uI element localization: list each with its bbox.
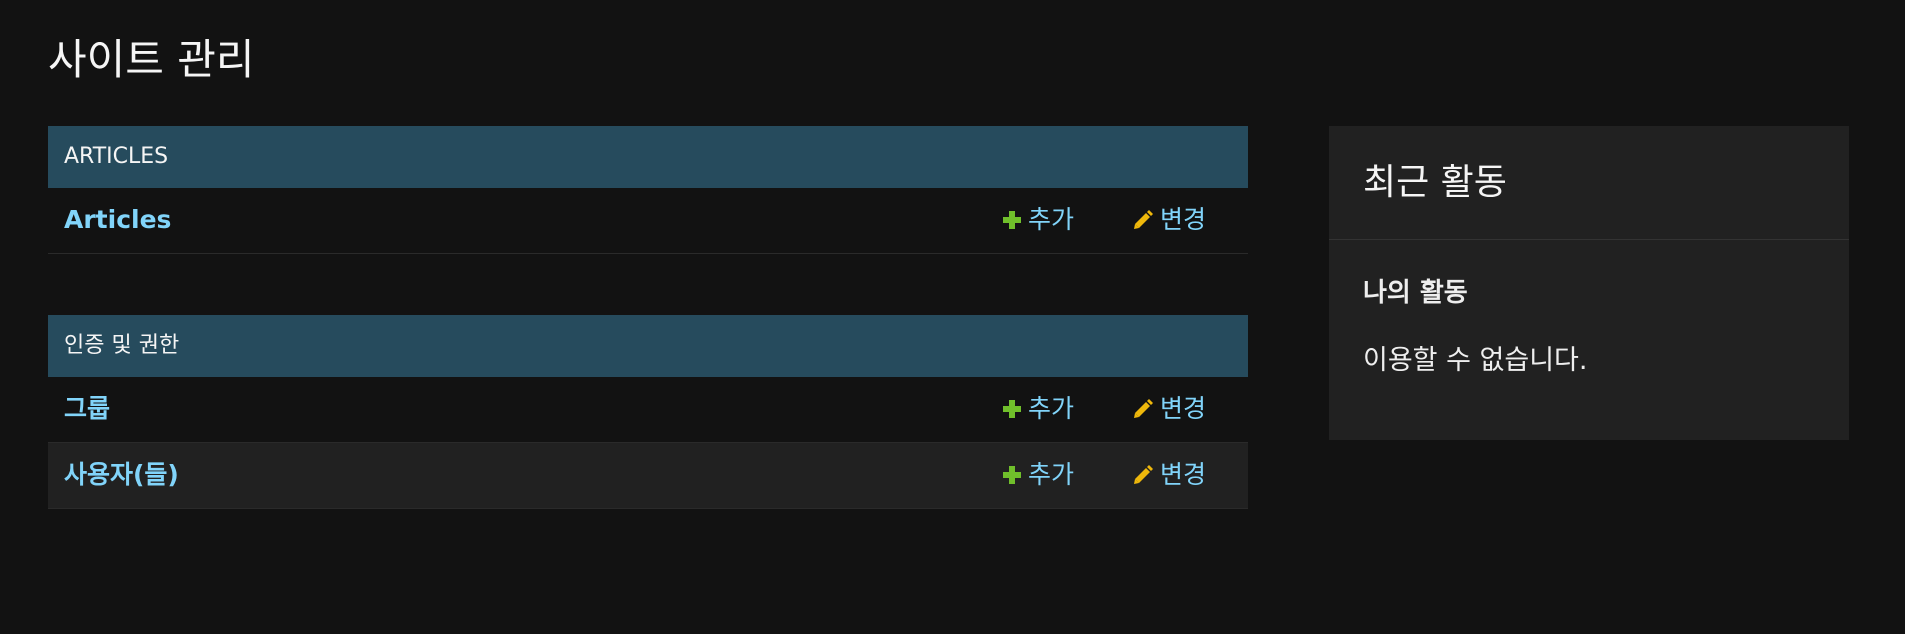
- change-label: 변경: [1160, 394, 1207, 423]
- change-groups-button[interactable]: 변경: [1132, 377, 1206, 441]
- app-caption-articles[interactable]: ARTICLES: [48, 126, 1248, 188]
- change-label: 변경: [1160, 205, 1207, 234]
- app-list: ARTICLES Articles 추가 변경 인증 및 권한 그룹 추가 변경…: [48, 126, 1248, 570]
- app-module-articles: ARTICLES Articles 추가 변경: [48, 126, 1248, 254]
- model-row-articles: Articles 추가 변경: [48, 188, 1248, 254]
- add-articles-button[interactable]: 추가: [1002, 188, 1074, 252]
- add-users-button[interactable]: 추가: [1002, 443, 1074, 507]
- change-articles-button[interactable]: 변경: [1132, 188, 1206, 252]
- pencil-icon: [1134, 465, 1153, 484]
- recent-actions-panel: 최근 활동 나의 활동 이용할 수 없습니다.: [1329, 126, 1849, 440]
- recent-actions-empty-text: 이용할 수 없습니다.: [1363, 345, 1588, 376]
- model-row-groups: 그룹 추가 변경: [48, 377, 1248, 443]
- add-label: 추가: [1028, 460, 1075, 489]
- app-module-auth: 인증 및 권한 그룹 추가 변경 사용자(들) 추가 변경: [48, 315, 1248, 509]
- model-row-users: 사용자(들) 추가 변경: [48, 443, 1248, 509]
- pencil-icon: [1134, 399, 1153, 418]
- plus-icon: [1003, 400, 1021, 418]
- recent-actions-title: 최근 활동: [1329, 126, 1849, 240]
- plus-icon: [1003, 211, 1021, 229]
- add-label: 추가: [1028, 205, 1075, 234]
- my-actions-heading: 나의 활동: [1363, 278, 1468, 308]
- app-caption-auth[interactable]: 인증 및 권한: [48, 315, 1248, 377]
- model-link-groups[interactable]: 그룹: [64, 377, 110, 441]
- model-link-users[interactable]: 사용자(들): [64, 443, 179, 507]
- add-groups-button[interactable]: 추가: [1002, 377, 1074, 441]
- model-link-articles[interactable]: Articles: [64, 188, 171, 252]
- pencil-icon: [1134, 210, 1153, 229]
- change-users-button[interactable]: 변경: [1132, 443, 1206, 507]
- page-title: 사이트 관리: [48, 35, 255, 84]
- add-label: 추가: [1028, 394, 1075, 423]
- change-label: 변경: [1160, 460, 1207, 489]
- plus-icon: [1003, 466, 1021, 484]
